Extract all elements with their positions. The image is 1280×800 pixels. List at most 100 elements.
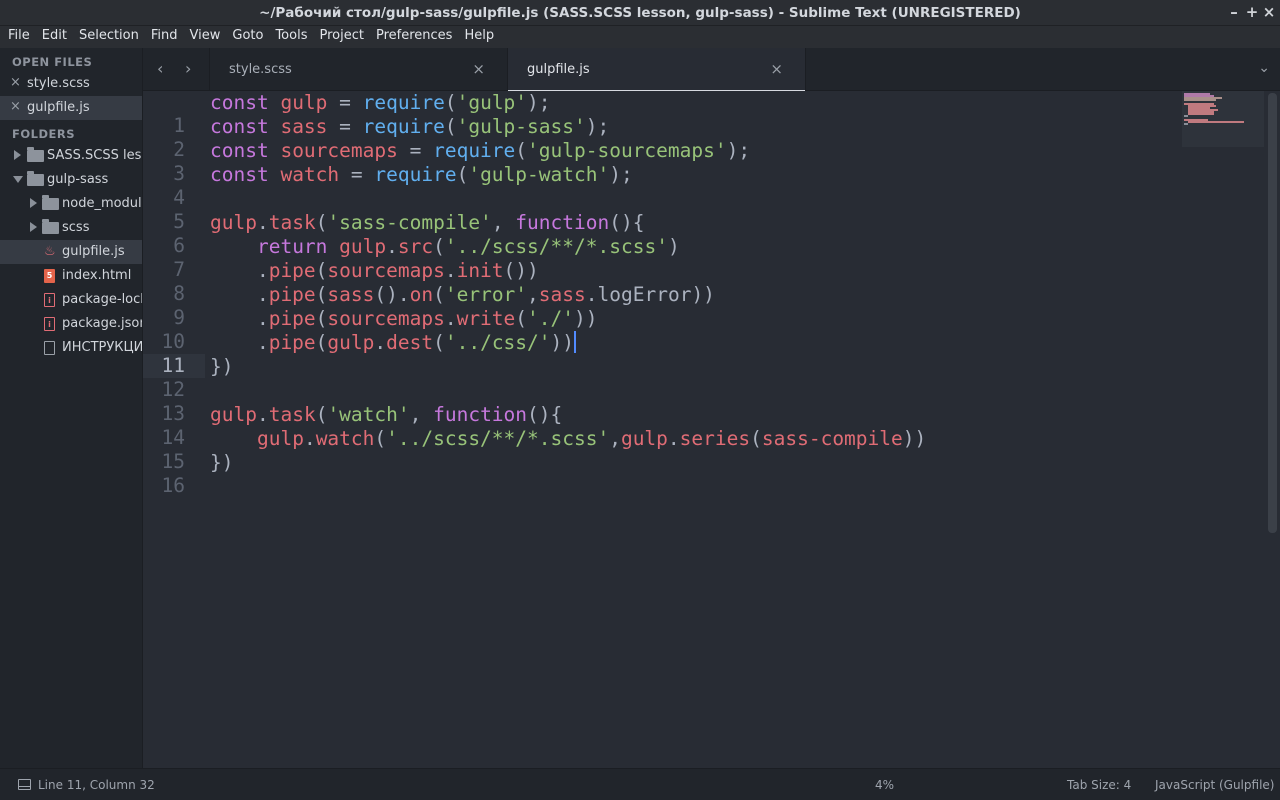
chevron-left-icon[interactable]: ‹ [157, 59, 163, 78]
open-file-style-scss[interactable]: × style.scss [0, 72, 142, 96]
tab-label: style.scss [229, 62, 292, 77]
close-icon[interactable]: × [10, 99, 21, 114]
folders-heading: FOLDERS [12, 127, 75, 141]
code-text: const watch = require('gulp-watch'); [210, 163, 633, 186]
folder-gulp-sass[interactable]: gulp-sass [0, 168, 142, 192]
code-text: return gulp.src('../scss/**/*.scss') [256, 235, 680, 258]
code-line-current[interactable]: 11 .pipe(gulp.dest('../css/')) [143, 331, 1178, 378]
folder-label: scss [62, 220, 90, 235]
open-file-gulpfile-js[interactable]: × gulpfile.js [0, 96, 142, 120]
folder-sass-scss-lesson[interactable]: SASS.SCSS lesson [0, 144, 142, 168]
code-line[interactable]: 2 const sass = require('gulp-sass'); [143, 115, 1178, 161]
menu-edit[interactable]: Edit [36, 26, 73, 48]
menu-help[interactable]: Help [458, 26, 500, 48]
syntax-selector[interactable]: JavaScript (Gulpfile) [1155, 778, 1274, 792]
code-text: gulp.watch('../scss/**/*.scss',gulp.seri… [256, 427, 927, 450]
json-file-icon: i [44, 317, 55, 331]
chevron-right-icon[interactable] [30, 198, 37, 208]
tab-style-scss[interactable]: style.scss × [209, 48, 508, 91]
tab-size-selector[interactable]: Tab Size: 4 [1067, 778, 1131, 792]
code-line[interactable]: 16 }) [143, 451, 1178, 497]
folder-label: gulp-sass [47, 172, 109, 187]
cursor-position: Line 11, Column 32 [38, 778, 155, 792]
code-text: gulp.task('sass-compile', function(){ [210, 211, 645, 234]
code-line[interactable]: 3 const sourcemaps = require('gulp-sourc… [143, 139, 1178, 185]
open-file-label: gulpfile.js [27, 100, 90, 115]
code-text: .pipe(sourcemaps.init()) [210, 259, 539, 282]
scroll-percent: 4% [875, 778, 895, 792]
minimize-button[interactable]: – [1224, 2, 1244, 22]
code-line[interactable]: 6 gulp.task('sass-compile', function(){ [143, 211, 1178, 257]
tab-label: gulpfile.js [527, 62, 590, 77]
gulp-file-icon: ♨ [44, 244, 56, 259]
code-line[interactable]: 4 const watch = require('gulp-watch'); [143, 163, 1178, 209]
close-icon[interactable]: × [472, 60, 485, 78]
code-line[interactable]: 10 .pipe(sourcemaps.write('./')) [143, 307, 1178, 353]
folder-node-modules[interactable]: node_modules [0, 192, 142, 216]
file-index-html[interactable]: 5 index.html [0, 264, 142, 288]
chevron-right-icon[interactable] [30, 222, 37, 232]
folder-scss[interactable]: scss [0, 216, 142, 240]
code-line[interactable]: 12 }) [143, 355, 1178, 401]
line-number: 16 [161, 474, 185, 497]
code-line[interactable]: 13 [143, 379, 1178, 425]
folder-icon [27, 147, 44, 162]
close-window-button[interactable]: × [1259, 2, 1279, 22]
title-bar: ~/Рабочий стол/gulp-sass/gulpfile.js (SA… [0, 0, 1280, 26]
menu-view[interactable]: View [184, 26, 227, 48]
code-line[interactable]: 1 const gulp = require('gulp'); [143, 91, 1178, 137]
tab-bar: ‹ › style.scss × gulpfile.js × ⌄ [143, 48, 1280, 92]
menu-bar: File Edit Selection Find View Goto Tools… [0, 26, 1280, 48]
open-files-heading: OPEN FILES [12, 55, 93, 69]
code-line[interactable]: 15 gulp.watch('../scss/**/*.scss',gulp.s… [143, 427, 1178, 473]
chevron-down-icon[interactable]: ⌄ [1258, 60, 1270, 76]
menu-find[interactable]: Find [145, 26, 184, 48]
menu-project[interactable]: Project [313, 26, 369, 48]
code-editor[interactable]: 1 const gulp = require('gulp'); 2 const … [143, 91, 1280, 768]
code-line[interactable]: 14 gulp.task('watch', function(){ [143, 403, 1178, 449]
code-text: const sourcemaps = require('gulp-sourcem… [210, 139, 751, 162]
code-text: const gulp = require('gulp'); [210, 91, 551, 114]
window-title: ~/Рабочий стол/gulp-sass/gulpfile.js (SA… [259, 5, 1021, 21]
close-icon[interactable]: × [10, 75, 21, 90]
code-line[interactable]: 7 return gulp.src('../scss/**/*.scss') [143, 235, 1178, 281]
code-text: .pipe(gulp.dest('../css/')) [210, 331, 577, 354]
panel-toggle-icon[interactable] [18, 779, 31, 790]
folder-icon [27, 171, 44, 186]
text-cursor [574, 331, 577, 353]
code-line[interactable]: 5 [143, 187, 1178, 233]
menu-tools[interactable]: Tools [269, 26, 313, 48]
chevron-right-icon[interactable]: › [185, 59, 191, 78]
minimap-line [1184, 123, 1188, 125]
tab-gulpfile-js[interactable]: gulpfile.js × [508, 48, 806, 92]
minimap-line [1188, 121, 1244, 123]
file-gulpfile-js[interactable]: ♨ gulpfile.js [0, 240, 142, 264]
code-text: .pipe(sourcemaps.write('./')) [210, 307, 598, 330]
code-text: .pipe(sass().on('error',sass.logError)) [210, 283, 715, 306]
file-label: package.json [62, 316, 143, 331]
menu-file[interactable]: File [2, 26, 36, 48]
code-line[interactable]: 9 .pipe(sass().on('error',sass.logError)… [143, 283, 1178, 329]
file-label: index.html [62, 268, 132, 283]
code-text: }) [210, 451, 234, 474]
minimap[interactable] [1182, 91, 1264, 147]
menu-selection[interactable]: Selection [73, 26, 145, 48]
menu-goto[interactable]: Goto [226, 26, 269, 48]
file-label: ИНСТРУКЦИЯ [62, 340, 143, 355]
chevron-right-icon[interactable] [14, 150, 21, 160]
close-icon[interactable]: × [770, 60, 783, 78]
menu-preferences[interactable]: Preferences [370, 26, 458, 48]
code-line[interactable]: 8 .pipe(sourcemaps.init()) [143, 259, 1178, 305]
vertical-scrollbar[interactable] [1268, 93, 1277, 533]
code-text: }) [210, 355, 234, 378]
chevron-down-icon[interactable] [13, 176, 23, 183]
file-package-lock-json[interactable]: i package-lock.json [0, 288, 142, 312]
json-file-icon: i [44, 293, 55, 307]
file-instruction[interactable]: ИНСТРУКЦИЯ [0, 336, 142, 360]
folder-label: node_modules [62, 196, 142, 211]
status-bar: Line 11, Column 32 4% Tab Size: 4 JavaSc… [0, 768, 1280, 800]
code-text: gulp.task('watch', function(){ [210, 403, 563, 426]
minimap-line [1184, 115, 1188, 117]
folder-label: SASS.SCSS lesson [47, 148, 142, 163]
file-package-json[interactable]: i package.json [0, 312, 142, 336]
